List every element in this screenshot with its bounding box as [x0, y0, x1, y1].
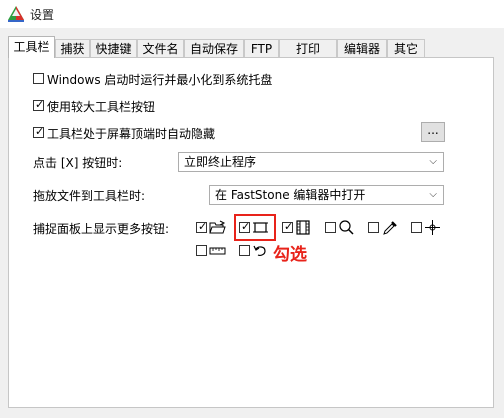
check-mark: ✓ [241, 220, 251, 233]
film-strip-icon [296, 220, 310, 235]
ruler-checkbox[interactable] [196, 245, 207, 256]
click-x-value: 立即终止程序 [184, 155, 257, 169]
ruler-icon [209, 247, 226, 255]
film-checkbox[interactable]: ✓ [282, 220, 294, 233]
capture-panel-label: 捕捉面板上显示更多按钮: [33, 222, 170, 236]
title-bar: 设置 [0, 0, 504, 28]
drag-action-dropdown[interactable]: 在 FastStone 编辑器中打开 ⌵ [209, 185, 444, 205]
tab-toolbar[interactable]: 工具栏 [8, 36, 55, 58]
settings-dialog: 工具栏 捕获 快捷键 文件名 自动保存 FTP 打印 编辑器 其它 Window… [0, 28, 504, 418]
drag-label: 拖放文件到工具栏时: [33, 189, 146, 203]
tab-filename[interactable]: 文件名 [137, 39, 184, 57]
tab-capture[interactable]: 捕获 [55, 39, 90, 57]
click-x-label: 点击 [X] 按钮时: [33, 156, 123, 170]
magnifier-icon [339, 220, 354, 235]
window-title: 设置 [30, 8, 55, 22]
check-mark: ✓ [35, 125, 45, 138]
undo-arrow-icon [253, 245, 266, 256]
tab-other[interactable]: 其它 [387, 39, 425, 57]
drag-action-value: 在 FastStone 编辑器中打开 [215, 188, 366, 202]
color-picker-checkbox[interactable] [368, 222, 379, 233]
check-mark: ✓ [284, 220, 294, 233]
tab-editor[interactable]: 编辑器 [337, 39, 387, 57]
large-buttons-label: 使用较大工具栏按钮 [47, 100, 156, 114]
chevron-down-icon: ⌵ [429, 156, 437, 167]
tab-ftp[interactable]: FTP [244, 39, 279, 57]
app-logo-icon [8, 6, 24, 22]
check-mark: ✓ [198, 220, 208, 233]
autohide-checkbox[interactable]: ✓ [33, 125, 45, 138]
crosshair-icon [425, 220, 440, 235]
autohide-more-button[interactable]: ... [421, 122, 445, 142]
tab-print[interactable]: 打印 [279, 39, 337, 57]
color-picker-icon [383, 221, 397, 235]
undo-checkbox[interactable] [239, 245, 250, 256]
autohide-label: 工具栏处于屏幕顶端时自动隐藏 [47, 127, 216, 141]
toolbar-settings-panel: Windows 启动时运行并最小化到系统托盘 ✓ 使用较大工具栏按钮 ✓ 工具栏… [8, 57, 494, 408]
tab-autosave[interactable]: 自动保存 [184, 39, 244, 57]
startup-checkbox[interactable] [33, 73, 44, 84]
startup-label: Windows 启动时运行并最小化到系统托盘 [47, 73, 273, 87]
rectangle-capture-icon [253, 222, 268, 233]
tab-hotkeys[interactable]: 快捷键 [90, 39, 137, 57]
click-x-dropdown[interactable]: 立即终止程序 ⌵ [178, 152, 444, 172]
annotation-label: 勾选 [273, 245, 307, 265]
magnifier-checkbox[interactable] [325, 222, 336, 233]
check-mark: ✓ [35, 98, 45, 111]
crosshair-checkbox[interactable] [411, 222, 422, 233]
rectangle-capture-checkbox[interactable]: ✓ [239, 220, 251, 233]
folder-open-icon [209, 220, 226, 234]
large-buttons-checkbox[interactable]: ✓ [33, 98, 45, 111]
open-folder-checkbox[interactable]: ✓ [196, 220, 208, 233]
chevron-down-icon: ⌵ [429, 189, 437, 200]
